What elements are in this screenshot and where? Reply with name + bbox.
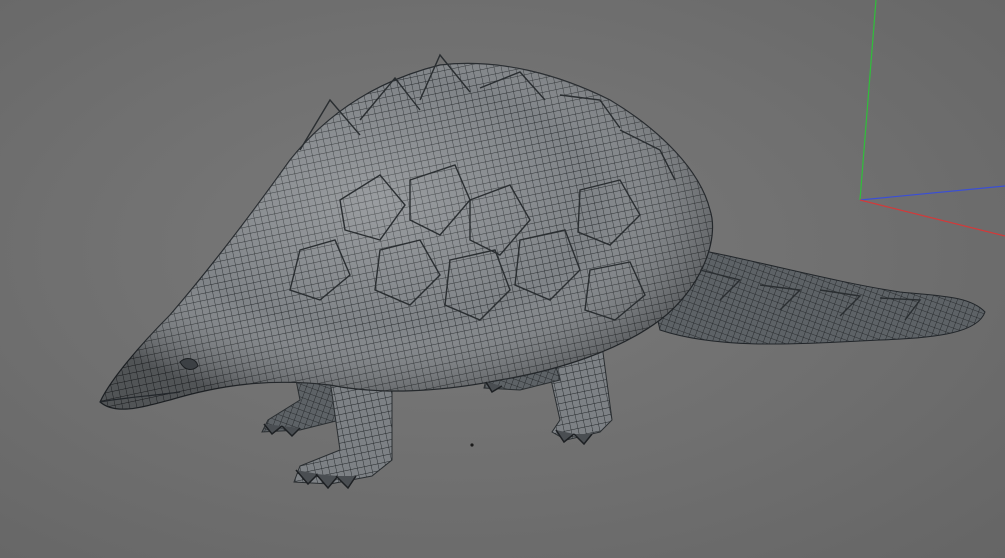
- z-axis-line: [859, 185, 1005, 201]
- pangolin-mesh[interactable]: [99, 53, 986, 490]
- 3d-viewport[interactable]: [0, 0, 1005, 558]
- viewport-canvas[interactable]: [0, 0, 1005, 558]
- body-shading: [100, 63, 713, 410]
- x-axis-line: [859, 199, 1005, 237]
- axis-gizmo[interactable]: [859, 0, 1005, 237]
- mesh-vertex-dot: [470, 443, 474, 447]
- y-axis-line: [859, 0, 877, 201]
